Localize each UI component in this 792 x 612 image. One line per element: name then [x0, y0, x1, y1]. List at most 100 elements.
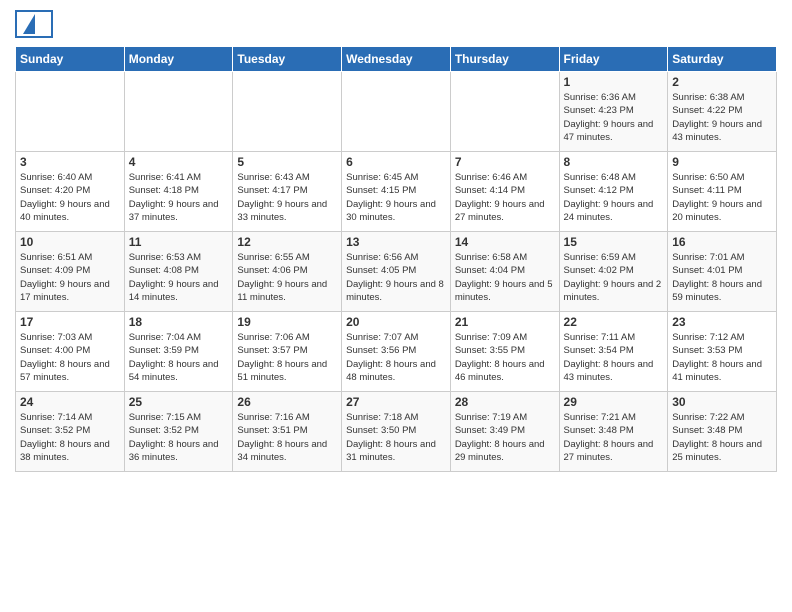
- day-info: Sunrise: 6:48 AM Sunset: 4:12 PM Dayligh…: [564, 171, 664, 224]
- day-info: Sunrise: 7:12 AM Sunset: 3:53 PM Dayligh…: [672, 331, 772, 384]
- calendar-week-4: 17 Sunrise: 7:03 AM Sunset: 4:00 PM Dayli…: [16, 312, 777, 392]
- calendar-cell: 15 Sunrise: 6:59 AM Sunset: 4:02 PM Dayli…: [559, 232, 668, 312]
- day-number: 1: [564, 75, 664, 89]
- day-info: Sunrise: 6:38 AM Sunset: 4:22 PM Dayligh…: [672, 91, 772, 144]
- weekday-header-thursday: Thursday: [450, 47, 559, 72]
- calendar-cell: [124, 72, 233, 152]
- day-info: Sunrise: 6:41 AM Sunset: 4:18 PM Dayligh…: [129, 171, 229, 224]
- calendar-cell: [16, 72, 125, 152]
- day-info: Sunrise: 6:58 AM Sunset: 4:04 PM Dayligh…: [455, 251, 555, 304]
- weekday-header-friday: Friday: [559, 47, 668, 72]
- calendar-week-2: 3Sunrise: 6:40 AM Sunset: 4:20 PM Daylig…: [16, 152, 777, 232]
- weekday-header-saturday: Saturday: [668, 47, 777, 72]
- day-number: 18: [129, 315, 229, 329]
- day-number: 13: [346, 235, 446, 249]
- weekday-header-tuesday: Tuesday: [233, 47, 342, 72]
- calendar-cell: 16Sunrise: 7:01 AM Sunset: 4:01 PM Dayli…: [668, 232, 777, 312]
- day-info: Sunrise: 6:43 AM Sunset: 4:17 PM Dayligh…: [237, 171, 337, 224]
- calendar-cell: [233, 72, 342, 152]
- calendar-cell: 18 Sunrise: 7:04 AM Sunset: 3:59 PM Dayli…: [124, 312, 233, 392]
- logo: General Blue: [15, 10, 53, 38]
- day-number: 27: [346, 395, 446, 409]
- calendar-table: SundayMondayTuesdayWednesdayThursdayFrid…: [15, 46, 777, 472]
- day-info: Sunrise: 6:46 AM Sunset: 4:14 PM Dayligh…: [455, 171, 555, 224]
- calendar-cell: 5 Sunrise: 6:43 AM Sunset: 4:17 PM Daylig…: [233, 152, 342, 232]
- day-number: 10: [20, 235, 120, 249]
- day-info: Sunrise: 7:01 AM Sunset: 4:01 PM Dayligh…: [672, 251, 772, 304]
- day-number: 30: [672, 395, 772, 409]
- calendar-cell: 20 Sunrise: 7:07 AM Sunset: 3:56 PM Dayli…: [342, 312, 451, 392]
- weekday-header-wednesday: Wednesday: [342, 47, 451, 72]
- calendar-cell: 11Sunrise: 6:53 AM Sunset: 4:08 PM Dayli…: [124, 232, 233, 312]
- calendar-cell: [450, 72, 559, 152]
- day-number: 7: [455, 155, 555, 169]
- day-info: Sunrise: 7:21 AM Sunset: 3:48 PM Dayligh…: [564, 411, 664, 464]
- day-info: Sunrise: 7:07 AM Sunset: 3:56 PM Dayligh…: [346, 331, 446, 384]
- day-number: 8: [564, 155, 664, 169]
- day-info: Sunrise: 7:04 AM Sunset: 3:59 PM Dayligh…: [129, 331, 229, 384]
- day-number: 4: [129, 155, 229, 169]
- calendar-cell: 21 Sunrise: 7:09 AM Sunset: 3:55 PM Dayli…: [450, 312, 559, 392]
- day-info: Sunrise: 7:22 AM Sunset: 3:48 PM Dayligh…: [672, 411, 772, 464]
- calendar-container: General Blue SundayMondayTuesdayWednesda…: [0, 0, 792, 612]
- day-number: 2: [672, 75, 772, 89]
- calendar-cell: 29 Sunrise: 7:21 AM Sunset: 3:48 PM Dayli…: [559, 392, 668, 472]
- calendar-cell: 8 Sunrise: 6:48 AM Sunset: 4:12 PM Daylig…: [559, 152, 668, 232]
- day-number: 20: [346, 315, 446, 329]
- calendar-cell: 26Sunrise: 7:16 AM Sunset: 3:51 PM Dayli…: [233, 392, 342, 472]
- day-number: 12: [237, 235, 337, 249]
- day-number: 17: [20, 315, 120, 329]
- calendar-cell: 27 Sunrise: 7:18 AM Sunset: 3:50 PM Dayli…: [342, 392, 451, 472]
- day-info: Sunrise: 6:59 AM Sunset: 4:02 PM Dayligh…: [564, 251, 664, 304]
- calendar-week-1: 1 Sunrise: 6:36 AM Sunset: 4:23 PM Daylig…: [16, 72, 777, 152]
- calendar-cell: 25 Sunrise: 7:15 AM Sunset: 3:52 PM Dayli…: [124, 392, 233, 472]
- calendar-cell: 17 Sunrise: 7:03 AM Sunset: 4:00 PM Dayli…: [16, 312, 125, 392]
- day-info: Sunrise: 7:06 AM Sunset: 3:57 PM Dayligh…: [237, 331, 337, 384]
- calendar-cell: 2 Sunrise: 6:38 AM Sunset: 4:22 PM Daylig…: [668, 72, 777, 152]
- day-info: Sunrise: 7:16 AM Sunset: 3:51 PM Dayligh…: [237, 411, 337, 464]
- day-number: 15: [564, 235, 664, 249]
- day-info: Sunrise: 6:36 AM Sunset: 4:23 PM Dayligh…: [564, 91, 664, 144]
- calendar-cell: 19 Sunrise: 7:06 AM Sunset: 3:57 PM Dayli…: [233, 312, 342, 392]
- day-number: 5: [237, 155, 337, 169]
- weekday-header-row: SundayMondayTuesdayWednesdayThursdayFrid…: [16, 47, 777, 72]
- calendar-week-3: 10 Sunrise: 6:51 AM Sunset: 4:09 PM Dayli…: [16, 232, 777, 312]
- day-info: Sunrise: 6:55 AM Sunset: 4:06 PM Dayligh…: [237, 251, 337, 304]
- calendar-cell: 1 Sunrise: 6:36 AM Sunset: 4:23 PM Daylig…: [559, 72, 668, 152]
- calendar-cell: 24Sunrise: 7:14 AM Sunset: 3:52 PM Dayli…: [16, 392, 125, 472]
- day-number: 14: [455, 235, 555, 249]
- calendar-cell: 4 Sunrise: 6:41 AM Sunset: 4:18 PM Daylig…: [124, 152, 233, 232]
- day-info: Sunrise: 6:50 AM Sunset: 4:11 PM Dayligh…: [672, 171, 772, 224]
- calendar-cell: 14 Sunrise: 6:58 AM Sunset: 4:04 PM Dayli…: [450, 232, 559, 312]
- day-number: 11: [129, 235, 229, 249]
- weekday-header-monday: Monday: [124, 47, 233, 72]
- calendar-cell: 23 Sunrise: 7:12 AM Sunset: 3:53 PM Dayli…: [668, 312, 777, 392]
- day-info: Sunrise: 6:51 AM Sunset: 4:09 PM Dayligh…: [20, 251, 120, 304]
- calendar-cell: 13 Sunrise: 6:56 AM Sunset: 4:05 PM Dayli…: [342, 232, 451, 312]
- calendar-cell: 7 Sunrise: 6:46 AM Sunset: 4:14 PM Daylig…: [450, 152, 559, 232]
- calendar-cell: 3Sunrise: 6:40 AM Sunset: 4:20 PM Daylig…: [16, 152, 125, 232]
- day-number: 19: [237, 315, 337, 329]
- day-info: Sunrise: 7:18 AM Sunset: 3:50 PM Dayligh…: [346, 411, 446, 464]
- day-info: Sunrise: 6:45 AM Sunset: 4:15 PM Dayligh…: [346, 171, 446, 224]
- day-number: 25: [129, 395, 229, 409]
- day-number: 21: [455, 315, 555, 329]
- calendar-cell: 30 Sunrise: 7:22 AM Sunset: 3:48 PM Dayli…: [668, 392, 777, 472]
- calendar-week-5: 24Sunrise: 7:14 AM Sunset: 3:52 PM Dayli…: [16, 392, 777, 472]
- day-number: 24: [20, 395, 120, 409]
- day-number: 29: [564, 395, 664, 409]
- day-info: Sunrise: 6:56 AM Sunset: 4:05 PM Dayligh…: [346, 251, 446, 304]
- calendar-cell: 9 Sunrise: 6:50 AM Sunset: 4:11 PM Daylig…: [668, 152, 777, 232]
- weekday-header-sunday: Sunday: [16, 47, 125, 72]
- calendar-cell: 6Sunrise: 6:45 AM Sunset: 4:15 PM Daylig…: [342, 152, 451, 232]
- day-info: Sunrise: 7:19 AM Sunset: 3:49 PM Dayligh…: [455, 411, 555, 464]
- day-number: 23: [672, 315, 772, 329]
- day-info: Sunrise: 7:03 AM Sunset: 4:00 PM Dayligh…: [20, 331, 120, 384]
- day-info: Sunrise: 7:15 AM Sunset: 3:52 PM Dayligh…: [129, 411, 229, 464]
- calendar-cell: 28Sunrise: 7:19 AM Sunset: 3:49 PM Dayli…: [450, 392, 559, 472]
- calendar-cell: [342, 72, 451, 152]
- header: General Blue: [15, 10, 777, 38]
- day-number: 9: [672, 155, 772, 169]
- day-info: Sunrise: 6:40 AM Sunset: 4:20 PM Dayligh…: [20, 171, 120, 224]
- day-info: Sunrise: 7:09 AM Sunset: 3:55 PM Dayligh…: [455, 331, 555, 384]
